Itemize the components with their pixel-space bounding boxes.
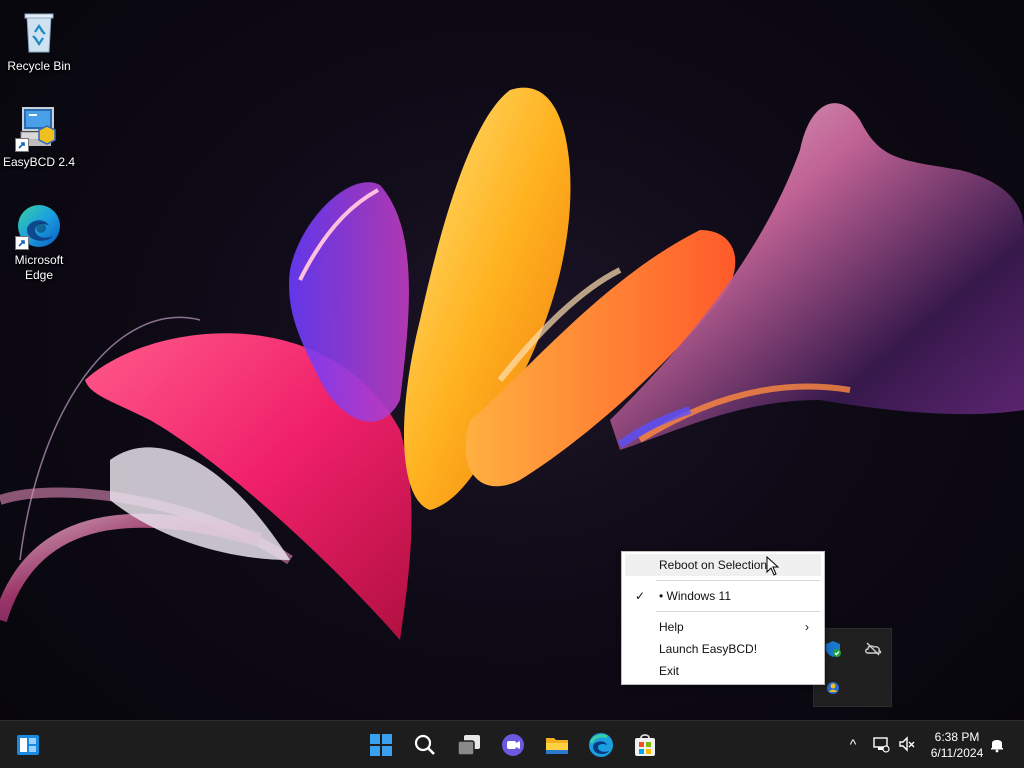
desktop-icon-microsoft-edge[interactable]: Microsoft Edge — [1, 202, 77, 283]
search-icon[interactable] — [411, 731, 439, 759]
file-explorer-icon[interactable] — [543, 731, 571, 759]
edge-icon[interactable] — [587, 731, 615, 759]
easybcd-tray-icon[interactable] — [824, 679, 842, 697]
clock-date: 6/11/2024 — [930, 746, 984, 760]
chat-icon[interactable] — [499, 731, 527, 759]
chevron-right-icon: › — [805, 620, 809, 634]
desktop-icon-label: Recycle Bin — [7, 59, 71, 73]
menu-item-reboot-on-selection[interactable]: Reboot on Selection — [625, 554, 821, 576]
clock-time: 6:38 PM — [934, 730, 980, 744]
task-view-icon[interactable] — [455, 731, 483, 759]
store-icon[interactable] — [631, 731, 659, 759]
volume-muted-icon[interactable] — [898, 735, 916, 753]
wallpaper — [0, 87, 1024, 640]
menu-item-help[interactable]: Help › — [625, 616, 821, 638]
show-hidden-icons-chevron-icon[interactable]: ^ — [844, 735, 862, 753]
menu-item-launch-easybcd[interactable]: Launch EasyBCD! — [625, 638, 821, 660]
edge-icon — [15, 202, 63, 250]
menu-separator — [656, 611, 820, 612]
easybcd-icon — [15, 104, 63, 152]
shortcut-arrow-icon — [15, 138, 29, 152]
mouse-cursor-icon — [766, 556, 780, 576]
notification-bell-icon[interactable] — [988, 735, 1006, 753]
desktop-icon-recycle-bin[interactable]: Recycle Bin — [1, 8, 77, 74]
recycle-bin-icon — [15, 8, 63, 56]
menu-item-windows-11[interactable]: ✓ • Windows 11 — [625, 585, 821, 607]
easybcd-tray-context-menu: Reboot on Selection ✓ • Windows 11 Help … — [621, 551, 825, 685]
onedrive-offline-icon[interactable] — [864, 640, 882, 658]
checkmark-icon: ✓ — [635, 589, 646, 603]
desktop[interactable]: Recycle Bin EasyBCD 2.4 Microsoft Edge R… — [0, 0, 1024, 768]
start-icon[interactable] — [367, 731, 395, 759]
defender-shield-icon[interactable] — [824, 640, 842, 658]
desktop-icon-label: EasyBCD 2.4 — [2, 155, 76, 169]
menu-item-exit[interactable]: Exit — [625, 660, 821, 682]
widgets-icon[interactable] — [14, 731, 42, 759]
shortcut-arrow-icon — [15, 236, 29, 250]
menu-separator — [656, 580, 820, 581]
network-icon[interactable] — [872, 735, 890, 753]
taskbar: ^ 6:38 PM 6/11/2024 — [0, 720, 1024, 768]
desktop-icon-easybcd[interactable]: EasyBCD 2.4 — [1, 104, 77, 170]
desktop-icon-label: Microsoft Edge — [14, 253, 64, 282]
taskbar-clock[interactable]: 6:38 PM 6/11/2024 — [922, 729, 992, 761]
